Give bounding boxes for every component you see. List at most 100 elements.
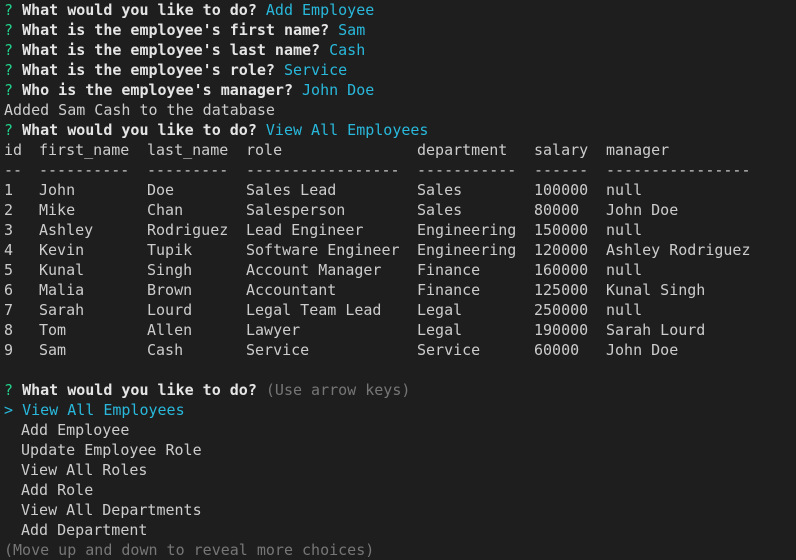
id-cell: 2 [4,201,14,219]
first-name-cell: Tom [39,321,67,339]
prompt-question: What is the employee's role? [22,61,275,79]
header-cell: department [417,141,508,159]
table-row: 7 Sarah Lourd Legal Team Lead Legal 250000 nul… [4,300,796,320]
menu-item-selected[interactable]: > View All Employees [4,400,796,420]
menu-item-view-all-departments[interactable]: View All Departments [4,500,796,520]
salary-cell: 60000 [534,341,580,359]
header-cell: salary [534,141,589,159]
menu-item-add-department[interactable]: Add Department [4,520,796,540]
prompt-question: What would you like to do? [22,1,257,19]
prompt-question: What is the employee's first name? [22,21,330,39]
prompt-line-3: ? What is the employee's last name? Cash [4,40,796,60]
menu-item-view-all-roles[interactable]: View All Roles [4,460,796,480]
salary-cell: 100000 [534,181,589,199]
prompt-question: Who is the employee's manager? [22,81,293,99]
separator-cell: ---------- [39,161,130,179]
salary-cell: 150000 [534,221,589,239]
prompt-mark: ? [4,81,14,99]
role-cell: Legal Team Lead [246,301,382,319]
prompt-answer: Add Employee [265,1,375,19]
id-cell: 5 [4,261,14,279]
prompt-mark: ? [4,121,14,139]
prompt-mark: ? [4,1,14,19]
header-cell: id [4,141,23,159]
department-cell: Finance [417,261,481,279]
id-cell: 6 [4,281,14,299]
prompt-line-2: ? What is the employee's first name? Sam [4,20,796,40]
first-name-cell: Kunal [39,261,85,279]
salary-cell: 160000 [534,261,589,279]
id-cell: 8 [4,321,14,339]
last-name-cell: Cash [147,341,184,359]
salary-cell: 190000 [534,321,589,339]
last-name-cell: Allen [147,321,193,339]
header-cell: manager [606,141,670,159]
separator-cell: ------ [534,161,589,179]
table-row: 9 Sam Cash Service Service 60000 John Doe [4,340,796,360]
pointer-icon: > [4,401,14,419]
table-row: 3 Ashley Rodriguez Lead Engineer Engineering… [4,220,796,240]
menu-item-add-employee[interactable]: Add Employee [4,420,796,440]
salary-cell: 125000 [534,281,589,299]
manager-cell: Ashley Rodriguez [606,241,751,259]
table-header-row: id first_name last_name role department … [4,140,796,160]
menu-prompt-line: ? What would you like to do? (Use arrow … [4,380,796,400]
role-cell: Salesperson [246,201,346,219]
manager-cell: null [606,261,643,279]
last-name-cell: Rodriguez [147,221,229,239]
menu-item-label: View All Employees [22,401,185,419]
prompt-question: What is the employee's last name? [22,41,321,59]
last-name-cell: Tupik [147,241,193,259]
last-name-cell: Chan [147,201,184,219]
view-prompt-line: ? What would you like to do? View All Em… [4,120,796,140]
salary-cell: 120000 [534,241,589,259]
first-name-cell: Malia [39,281,85,299]
table-row: 4 Kevin Tupik Software Engineer Engineering 1… [4,240,796,260]
manager-cell: null [606,221,643,239]
prompt-line-5: ? Who is the employee's manager? John Do… [4,80,796,100]
table-body: 1 John Doe Sales Lead Sales 100000 null 2 Mike Ch… [4,180,796,360]
prompt-mark: ? [4,381,14,399]
table-row: 1 John Doe Sales Lead Sales 100000 null [4,180,796,200]
id-cell: 3 [4,221,14,239]
salary-cell: 250000 [534,301,589,319]
first-name-cell: Kevin [39,241,85,259]
manager-cell: John Doe [606,341,679,359]
prompt-question: What would you like to do? [22,121,257,139]
manager-cell: null [606,181,643,199]
first-name-cell: John [39,181,76,199]
first-name-cell: Mike [39,201,76,219]
prompt-hint: (Use arrow keys) [265,381,411,399]
prompt-mark: ? [4,41,14,59]
role-cell: Lawyer [246,321,301,339]
id-cell: 7 [4,301,14,319]
header-cell: first_name [39,141,130,159]
separator-cell: ---------------- [606,161,751,179]
header-cell: role [246,141,283,159]
role-cell: Account Manager [246,261,382,279]
role-cell: Service [246,341,310,359]
department-cell: Legal [417,321,463,339]
menu-item-update-employee-role[interactable]: Update Employee Role [4,440,796,460]
role-cell: Lead Engineer [246,221,364,239]
separator-cell: -- [4,161,23,179]
separator-cell: ----------- [417,161,517,179]
last-name-cell: Singh [147,261,193,279]
employee-table: id first_name last_name role department … [4,140,796,360]
terminal[interactable]: ? What would you like to do? Add Employe… [0,0,796,559]
prompt-mark: ? [4,21,14,39]
department-cell: Engineering [417,221,517,239]
role-cell: Accountant [246,281,337,299]
first-name-cell: Sam [39,341,67,359]
menu-item-add-role[interactable]: Add Role [4,480,796,500]
table-row: 5 Kunal Singh Account Manager Finance 160000 n… [4,260,796,280]
prompt-mark: ? [4,61,14,79]
department-cell: Engineering [417,241,517,259]
department-cell: Finance [417,281,481,299]
prompt-answer: Cash [329,41,366,59]
department-cell: Service [417,341,481,359]
footer-hint: (Move up and down to reveal more choices… [4,541,375,559]
role-cell: Software Engineer [246,241,400,259]
table-separator-row: -- ---------- --------- ----------------… [4,160,796,180]
